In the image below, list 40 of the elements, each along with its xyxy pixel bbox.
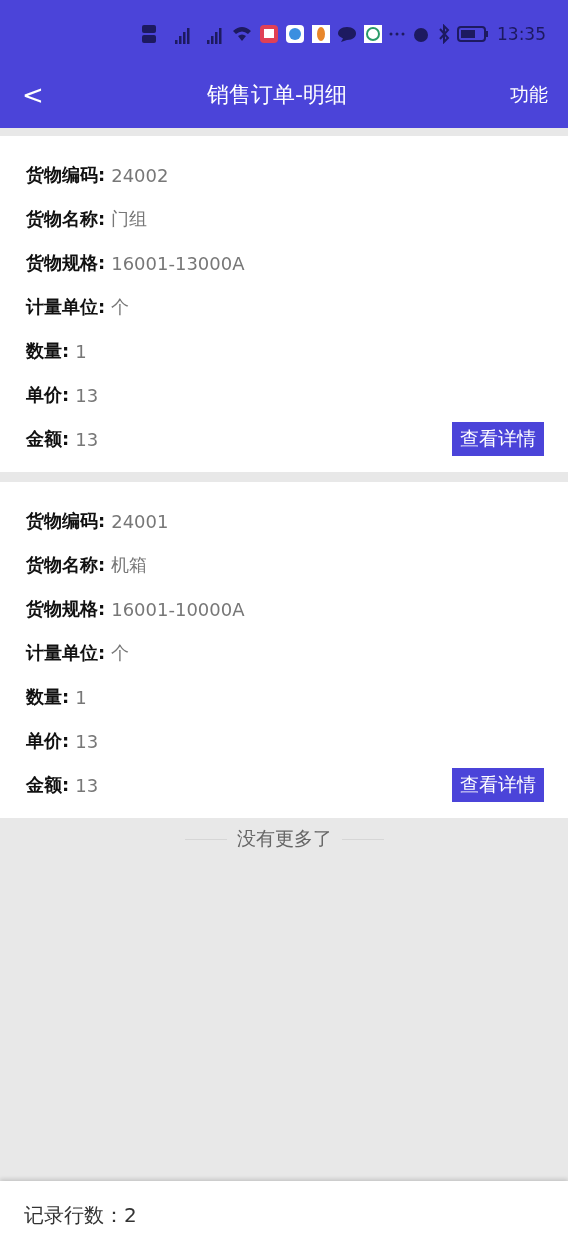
no-more-text: 没有更多了 <box>236 826 332 851</box>
field-value: 个 <box>111 295 130 319</box>
field-value: 24002 <box>111 164 169 186</box>
field-value: 个 <box>111 641 130 665</box>
field-value: 1 <box>75 686 87 708</box>
bluetooth-icon <box>437 24 451 44</box>
field-label: 货物名称: <box>26 553 106 577</box>
more-icon <box>389 32 405 36</box>
page-title: 销售订单-明细 <box>206 81 347 109</box>
field-label: 货物规格: <box>26 251 106 275</box>
function-button[interactable]: 功能 <box>510 82 548 108</box>
field-value: 门组 <box>111 207 148 231</box>
field-label: 单价: <box>26 729 70 753</box>
field-label: 计量单位: <box>26 641 106 665</box>
field-value: 16001-13000A <box>111 252 245 274</box>
field-label: 金额: <box>26 773 70 797</box>
chat-bubble-icon <box>337 24 357 44</box>
field-label: 货物规格: <box>26 597 106 621</box>
field-label: 金额: <box>26 427 70 451</box>
field-value: 24001 <box>111 510 169 532</box>
clock-time: 13:35 <box>497 24 546 44</box>
field-label: 货物名称: <box>26 207 106 231</box>
field-label: 数量: <box>26 339 70 363</box>
field-value: 机箱 <box>111 553 148 577</box>
back-button[interactable]: < <box>22 80 44 110</box>
field-label: 数量: <box>26 685 70 709</box>
field-label: 计量单位: <box>26 295 106 319</box>
field-value: 13 <box>75 774 99 796</box>
field-label: 单价: <box>26 383 70 407</box>
record-count: 记录行数：2 <box>24 1201 137 1229</box>
field-value: 13 <box>75 730 99 752</box>
field-label: 货物编码: <box>26 509 106 533</box>
view-details-button[interactable]: 查看详情 <box>452 422 544 456</box>
battery-icon <box>457 24 489 44</box>
field-value: 1 <box>75 340 87 362</box>
view-details-button[interactable]: 查看详情 <box>452 768 544 802</box>
field-value: 13 <box>75 384 99 406</box>
field-value: 16001-10000A <box>111 598 245 620</box>
field-label: 货物编码: <box>26 163 106 187</box>
field-value: 13 <box>75 428 99 450</box>
